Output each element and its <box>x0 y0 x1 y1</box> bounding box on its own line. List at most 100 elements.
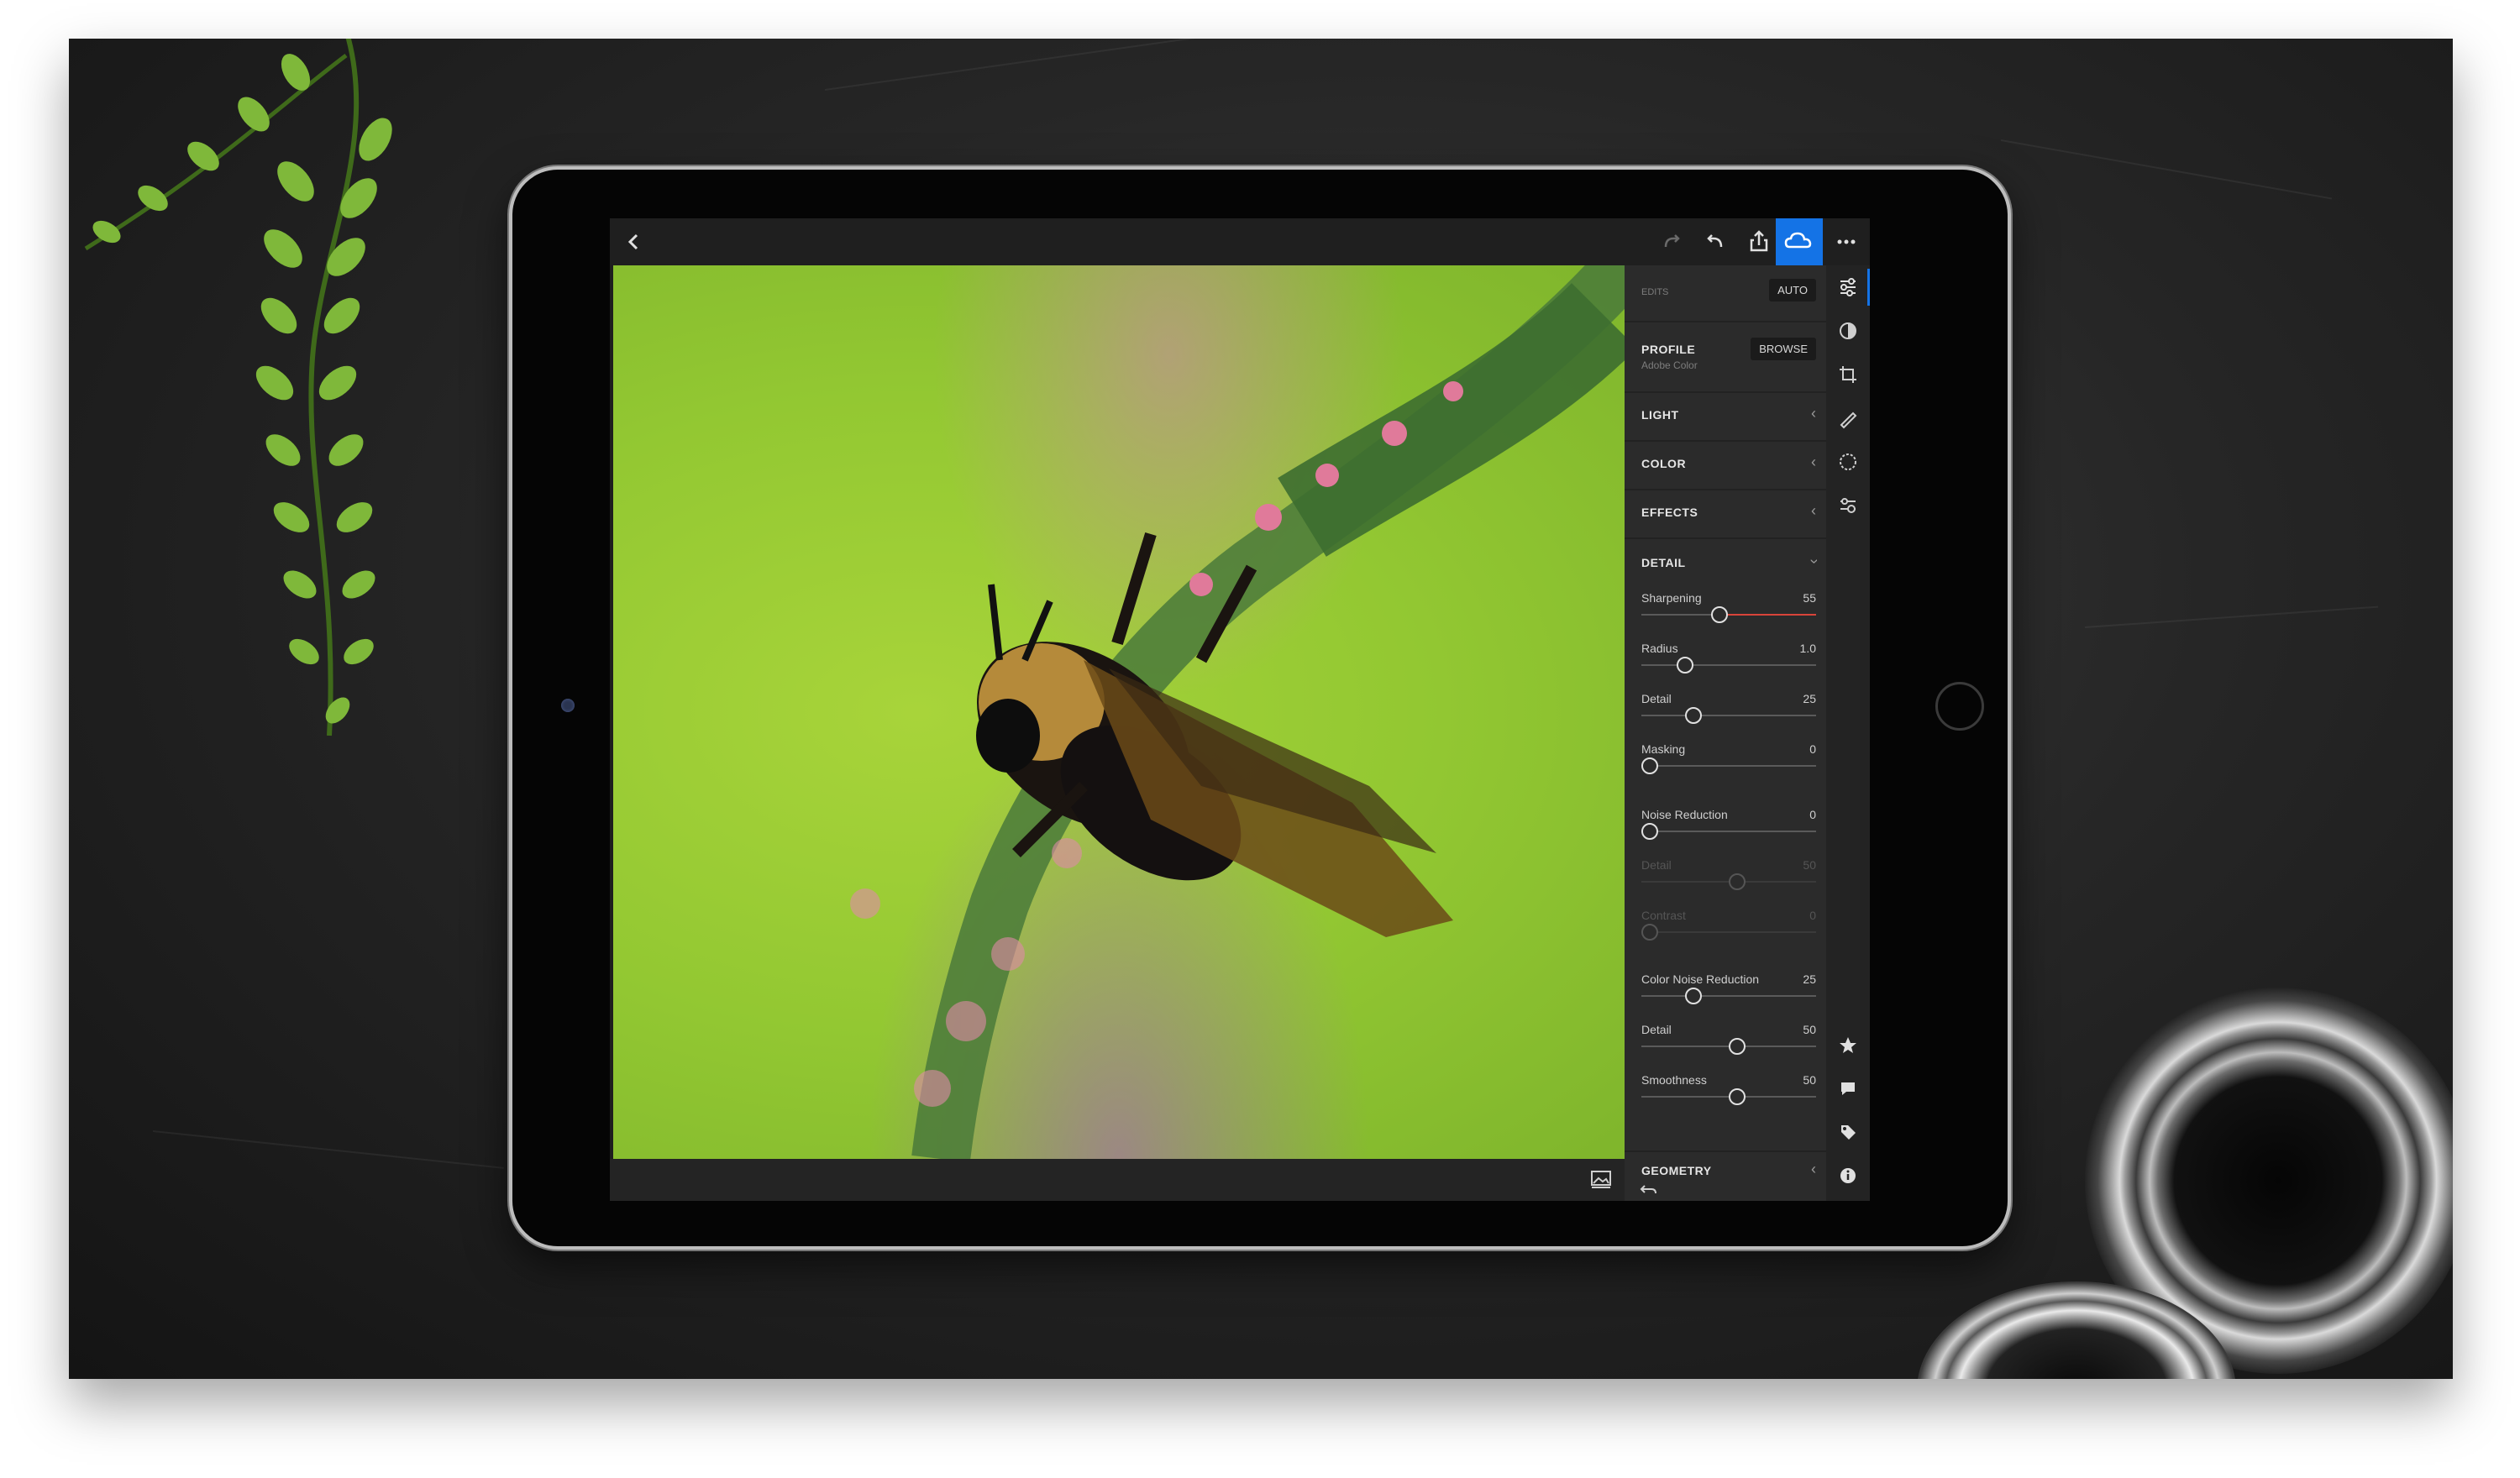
desk-texture <box>2000 139 2333 200</box>
slider-value: 25 <box>1803 972 1816 986</box>
light-label: LIGHT <box>1641 408 1679 422</box>
share-icon[interactable] <box>1742 225 1776 259</box>
slider-knob[interactable] <box>1729 1088 1746 1105</box>
slider-knob[interactable] <box>1641 757 1658 774</box>
tool-strip <box>1826 265 1870 1201</box>
slider-label: Masking <box>1641 742 1686 756</box>
chevron-down-icon[interactable]: ‹ <box>1805 559 1823 564</box>
slider-sharpening[interactable]: Sharpening 55 <box>1641 591 1816 637</box>
geometry-label: GEOMETRY <box>1641 1164 1712 1177</box>
slider-noise-contrast: Contrast 0 <box>1641 909 1816 954</box>
slider-track[interactable] <box>1641 995 1816 997</box>
bee-on-flower-photo <box>850 265 1625 1159</box>
slider-label: Detail <box>1641 858 1672 872</box>
slider-knob[interactable] <box>1729 1038 1746 1055</box>
slider-track <box>1641 931 1816 933</box>
slider-knob[interactable] <box>1685 988 1702 1004</box>
info-icon[interactable] <box>1831 1159 1865 1192</box>
desk-texture <box>824 39 1242 91</box>
slider-smoothness[interactable]: Smoothness 50 <box>1641 1073 1816 1119</box>
active-tool-indicator <box>1867 269 1870 306</box>
slider-track[interactable] <box>1641 715 1816 716</box>
slider-value: 1.0 <box>1799 642 1816 655</box>
slider-value: 55 <box>1803 591 1816 605</box>
tag-icon[interactable] <box>1831 1115 1865 1149</box>
chevron-left-icon: ‹ <box>1811 405 1816 422</box>
browse-button[interactable]: BROWSE <box>1751 338 1816 360</box>
edit-sliders-icon[interactable] <box>1831 270 1865 304</box>
bottom-bar <box>610 1159 1625 1201</box>
optics-icon[interactable] <box>1831 489 1865 522</box>
slider-noise-detail: Detail 50 <box>1641 858 1816 904</box>
slider-track[interactable] <box>1641 664 1816 666</box>
section-geometry[interactable]: GEOMETRY ‹ <box>1625 1150 1826 1201</box>
slider-value: 25 <box>1803 692 1816 705</box>
effects-label: EFFECTS <box>1641 506 1698 519</box>
slider-value: 0 <box>1809 742 1816 756</box>
section-light[interactable]: LIGHT ‹ <box>1625 391 1826 442</box>
top-toolbar <box>610 218 1870 265</box>
slider-knob[interactable] <box>1711 606 1729 623</box>
slider-detail[interactable]: Detail 25 <box>1641 692 1816 737</box>
more-icon[interactable] <box>1830 225 1863 259</box>
chevron-left-icon: ‹ <box>1811 1161 1816 1177</box>
slider-track[interactable] <box>1641 614 1816 616</box>
undo-icon[interactable] <box>1698 225 1732 259</box>
slider-label: Color Noise Reduction <box>1641 972 1760 986</box>
filmstrip-icon[interactable] <box>1588 1166 1614 1192</box>
section-detail: DETAIL ‹ Sharpening 55 Radius 1.0 Detail… <box>1625 537 1826 1150</box>
slider-label: Contrast <box>1641 909 1686 922</box>
slider-noise-reduction[interactable]: Noise Reduction 0 <box>1641 808 1816 853</box>
reset-icon[interactable] <box>1640 1182 1658 1201</box>
slider-label: Noise Reduction <box>1641 808 1728 821</box>
profile-label: PROFILE <box>1641 343 1696 356</box>
lightroom-screen: EDITS AUTO PROFILE Adobe Color BROWSE LI… <box>610 218 1870 1201</box>
desk-texture <box>152 1130 504 1169</box>
crop-icon[interactable] <box>1831 358 1865 391</box>
slider-value: 50 <box>1803 1073 1816 1087</box>
chevron-left-icon[interactable] <box>617 225 650 259</box>
healing-brush-icon[interactable] <box>1831 401 1865 435</box>
slider-radius[interactable]: Radius 1.0 <box>1641 642 1816 687</box>
slider-track[interactable] <box>1641 765 1816 767</box>
slider-value: 0 <box>1809 808 1816 821</box>
slider-label: Detail <box>1641 692 1672 705</box>
profile-value: Adobe Color <box>1641 359 1698 371</box>
cloud-sync-icon <box>1784 232 1812 249</box>
slider-knob[interactable] <box>1641 823 1658 840</box>
section-color[interactable]: COLOR ‹ <box>1625 440 1826 490</box>
slider-knob[interactable] <box>1676 657 1693 673</box>
section-effects[interactable]: EFFECTS ‹ <box>1625 489 1826 539</box>
slider-track[interactable] <box>1641 831 1816 832</box>
slider-masking[interactable]: Masking 0 <box>1641 742 1816 788</box>
edits-label: EDITS <box>1641 287 1669 297</box>
profile-section[interactable]: PROFILE Adobe Color BROWSE <box>1625 321 1826 393</box>
plant-decoration <box>84 39 392 736</box>
edit-sections: EDITS AUTO PROFILE Adobe Color BROWSE LI… <box>1625 265 1826 1201</box>
photo-canvas[interactable] <box>613 265 1625 1159</box>
slider-knob[interactable] <box>1685 707 1702 724</box>
slider-color-detail[interactable]: Detail 50 <box>1641 1023 1816 1068</box>
slider-label: Smoothness <box>1641 1073 1707 1087</box>
comment-icon[interactable] <box>1831 1072 1865 1105</box>
chevron-left-icon: ‹ <box>1811 502 1816 519</box>
desk-texture <box>2084 605 2379 628</box>
edits-header: EDITS AUTO <box>1625 265 1826 322</box>
slider-label: Radius <box>1641 642 1678 655</box>
slider-value: 50 <box>1803 858 1816 872</box>
edit-panel: EDITS AUTO PROFILE Adobe Color BROWSE LI… <box>1625 265 1870 1201</box>
color-label: COLOR <box>1641 457 1687 470</box>
ipad-device: EDITS AUTO PROFILE Adobe Color BROWSE LI… <box>509 166 2011 1250</box>
front-camera <box>561 699 575 712</box>
slider-color-noise-reduction[interactable]: Color Noise Reduction 25 <box>1641 972 1816 1018</box>
slider-knob <box>1729 873 1746 890</box>
redo-icon[interactable] <box>1655 225 1688 259</box>
presets-icon[interactable] <box>1831 314 1865 348</box>
home-button[interactable] <box>1935 682 1984 731</box>
selective-icon[interactable] <box>1831 445 1865 479</box>
cloud-sync-button[interactable] <box>1776 218 1823 265</box>
chevron-left-icon: ‹ <box>1811 453 1816 470</box>
star-icon[interactable] <box>1831 1028 1865 1061</box>
detail-label: DETAIL <box>1641 556 1686 569</box>
auto-button[interactable]: AUTO <box>1769 279 1816 301</box>
